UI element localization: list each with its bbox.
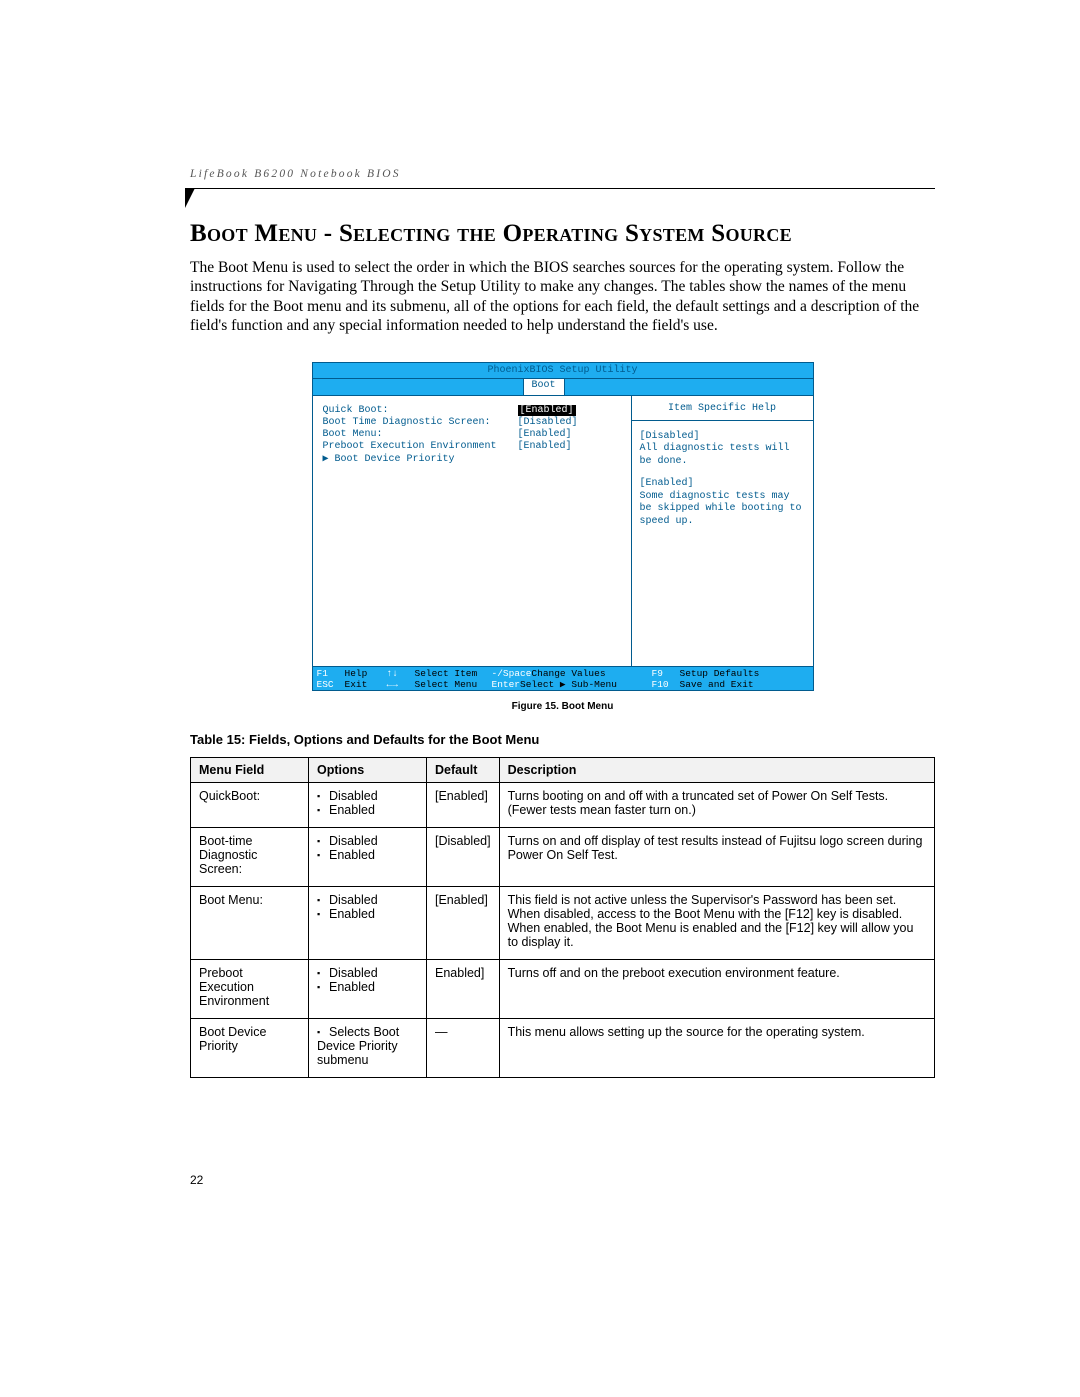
cell-options: DisabledEnabled <box>309 959 427 1018</box>
bios-help-text: [Disabled]All diagnostic tests will be d… <box>640 431 805 469</box>
bios-footer: F1 Help↑↓ Select Item-/Space Change Valu… <box>313 666 813 690</box>
option-item: Enabled <box>317 803 418 817</box>
bios-tab-boot[interactable]: Boot <box>523 378 565 395</box>
bios-settings-pane: Quick Boot:[Enabled]Boot Time Diagnostic… <box>313 396 632 666</box>
bios-setting-label: ▶ Boot Device Priority <box>323 453 518 465</box>
table-row: Preboot Execution EnvironmentDisabledEna… <box>191 959 935 1018</box>
bios-setting-value: [Enabled] <box>518 405 576 416</box>
running-header: LifeBook B6200 Notebook BIOS <box>190 168 401 180</box>
bios-footer-hint: F9 Setup Defaults <box>652 668 772 679</box>
bios-setting-value: [Enabled] <box>518 441 572 452</box>
table-caption: Table 15: Fields, Options and Defaults f… <box>190 732 935 747</box>
cell-options: Selects Boot Device Priority submenu <box>309 1018 427 1077</box>
cell-options: DisabledEnabled <box>309 782 427 827</box>
cell-options: DisabledEnabled <box>309 886 427 959</box>
bios-footer-hint: F1 Help <box>317 668 387 679</box>
cell-menu-field: Boot Device Priority <box>191 1018 309 1077</box>
cell-description: Turns on and off display of test results… <box>499 827 934 886</box>
option-item: Disabled <box>317 834 418 848</box>
bios-setting-row[interactable]: Preboot Execution Environment[Enabled] <box>323 441 625 452</box>
page-number: 22 <box>190 1173 203 1187</box>
thumb-tab-icon <box>185 188 195 208</box>
option-item: Enabled <box>317 907 418 921</box>
bios-footer-hint: ESC Exit <box>317 679 387 690</box>
option-item: Disabled <box>317 966 418 980</box>
bios-setting-row[interactable]: Boot Menu:[Enabled] <box>323 429 625 440</box>
cell-menu-field: Boot-time Diagnostic Screen: <box>191 827 309 886</box>
cell-options: DisabledEnabled <box>309 827 427 886</box>
bios-footer-hint: ↑↓ Select Item <box>387 668 492 679</box>
bios-setting-label: Boot Menu: <box>323 429 518 440</box>
cell-description: Turns off and on the preboot execution e… <box>499 959 934 1018</box>
bios-help-title: Item Specific Help <box>632 400 813 421</box>
bios-screenshot: PhoenixBIOS Setup Utility Boot Quick Boo… <box>312 362 814 691</box>
bios-setting-label: Preboot Execution Environment <box>323 441 518 452</box>
cell-default: [Enabled] <box>427 886 500 959</box>
table-row: Boot Menu:DisabledEnabled[Enabled]This f… <box>191 886 935 959</box>
cell-menu-field: Preboot Execution Environment <box>191 959 309 1018</box>
bios-tab-bar: Boot <box>313 379 813 396</box>
bios-setting-label: Boot Time Diagnostic Screen: <box>323 417 518 428</box>
table-header: Description <box>499 757 934 782</box>
table-row: Boot-time Diagnostic Screen:DisabledEnab… <box>191 827 935 886</box>
cell-default: — <box>427 1018 500 1077</box>
bios-title: PhoenixBIOS Setup Utility <box>313 363 813 379</box>
cell-description: This field is not active unless the Supe… <box>499 886 934 959</box>
table-header: Options <box>309 757 427 782</box>
header-rule <box>185 188 935 189</box>
option-item: Disabled <box>317 893 418 907</box>
bios-footer-hint: F10 Save and Exit <box>652 679 772 690</box>
bios-help-pane: Item Specific Help [Disabled]All diagnos… <box>632 396 813 666</box>
option-item: Selects Boot Device Priority submenu <box>317 1025 418 1067</box>
cell-menu-field: QuickBoot: <box>191 782 309 827</box>
bios-footer-hint: -/Space Change Values <box>492 668 652 679</box>
intro-paragraph: The Boot Menu is used to select the orde… <box>190 258 935 336</box>
bios-help-text: [Enabled]Some diagnostic tests may be sk… <box>640 478 805 528</box>
bios-footer-hint: Enter Select ▶ Sub-Menu <box>492 679 652 690</box>
bios-setting-row[interactable]: Boot Time Diagnostic Screen:[Disabled] <box>323 417 625 428</box>
cell-default: [Disabled] <box>427 827 500 886</box>
option-item: Enabled <box>317 848 418 862</box>
table-row: Boot Device PrioritySelects Boot Device … <box>191 1018 935 1077</box>
section-title: Boot Menu - Selecting the Operating Syst… <box>190 220 935 248</box>
bios-setting-row[interactable]: ▶ Boot Device Priority <box>323 453 625 465</box>
bios-setting-value: [Enabled] <box>518 429 572 440</box>
cell-default: Enabled] <box>427 959 500 1018</box>
document-page: LifeBook B6200 Notebook BIOS Boot Menu -… <box>0 0 1080 1397</box>
table-header: Menu Field <box>191 757 309 782</box>
bios-footer-hint: ←→ Select Menu <box>387 679 492 690</box>
table-header: Default <box>427 757 500 782</box>
bios-setting-row[interactable]: Quick Boot:[Enabled] <box>323 405 625 416</box>
cell-default: [Enabled] <box>427 782 500 827</box>
fields-table: Menu FieldOptionsDefaultDescription Quic… <box>190 757 935 1078</box>
table-row: QuickBoot:DisabledEnabled[Enabled]Turns … <box>191 782 935 827</box>
bios-setting-label: Quick Boot: <box>323 405 518 416</box>
option-item: Disabled <box>317 789 418 803</box>
cell-menu-field: Boot Menu: <box>191 886 309 959</box>
option-item: Enabled <box>317 980 418 994</box>
bios-setting-value: [Disabled] <box>518 417 578 428</box>
figure-caption: Figure 15. Boot Menu <box>190 701 935 712</box>
cell-description: Turns booting on and off with a truncate… <box>499 782 934 827</box>
cell-description: This menu allows setting up the source f… <box>499 1018 934 1077</box>
